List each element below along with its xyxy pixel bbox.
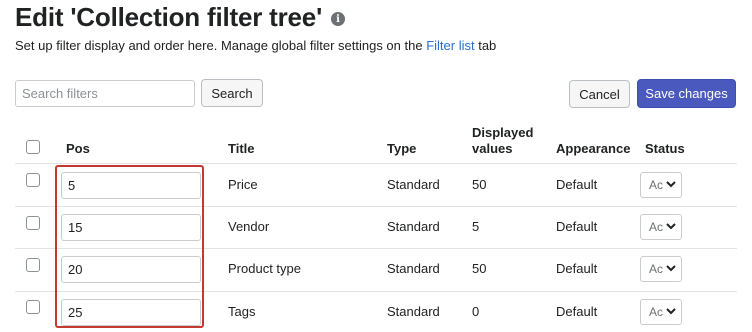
column-header-displayed-line2: values bbox=[472, 141, 513, 156]
row-displayed-values: 50 bbox=[472, 261, 487, 276]
column-header-displayed-line1: Displayed bbox=[472, 125, 534, 140]
search-filters-input[interactable] bbox=[15, 80, 195, 107]
cancel-button[interactable]: Cancel bbox=[569, 80, 630, 108]
column-header-displayed-values[interactable]: Displayed values bbox=[472, 125, 533, 157]
row-appearance: Default bbox=[556, 219, 598, 234]
chevron-down-icon bbox=[666, 181, 676, 188]
row-title: Tags bbox=[228, 304, 256, 319]
row-checkbox[interactable] bbox=[26, 258, 40, 272]
info-icon[interactable]: i bbox=[331, 12, 346, 26]
row-displayed-values: 0 bbox=[472, 304, 480, 319]
pos-input[interactable] bbox=[61, 299, 201, 326]
pos-input[interactable] bbox=[61, 256, 201, 283]
chevron-down-icon bbox=[666, 223, 676, 230]
row-checkbox[interactable] bbox=[26, 300, 40, 314]
row-checkbox[interactable] bbox=[26, 216, 40, 230]
status-value: Active bbox=[649, 305, 663, 319]
row-type: Standard bbox=[387, 219, 440, 234]
row-divider bbox=[15, 248, 737, 249]
subtitle-text: Set up filter display and order here. Ma… bbox=[15, 38, 427, 53]
page-title: Edit 'Collection filter tree' bbox=[15, 2, 323, 32]
row-appearance: Default bbox=[556, 177, 598, 192]
row-appearance: Default bbox=[556, 261, 598, 276]
status-select[interactable]: Active bbox=[640, 214, 682, 240]
select-all-checkbox[interactable] bbox=[26, 140, 40, 154]
pos-input[interactable] bbox=[61, 172, 201, 199]
save-changes-button[interactable]: Save changes bbox=[637, 79, 736, 108]
row-title: Price bbox=[228, 177, 258, 192]
row-divider bbox=[15, 291, 737, 292]
row-divider bbox=[15, 206, 737, 207]
row-appearance: Default bbox=[556, 304, 598, 319]
column-header-pos[interactable]: Pos bbox=[66, 141, 90, 157]
status-select[interactable]: Active bbox=[640, 256, 682, 282]
page-subtitle: Set up filter display and order here. Ma… bbox=[15, 38, 496, 53]
row-type: Standard bbox=[387, 261, 440, 276]
column-header-type[interactable]: Type bbox=[387, 141, 416, 157]
chevron-down-icon bbox=[666, 265, 676, 272]
status-select[interactable]: Active bbox=[640, 172, 682, 198]
status-value: Active bbox=[649, 262, 663, 276]
filter-list-link[interactable]: Filter list bbox=[426, 38, 474, 53]
pos-input[interactable] bbox=[61, 214, 201, 241]
status-value: Active bbox=[649, 178, 663, 192]
row-displayed-values: 50 bbox=[472, 177, 487, 192]
column-header-title[interactable]: Title bbox=[228, 141, 255, 157]
page-header: Edit 'Collection filter tree' i bbox=[15, 2, 346, 33]
subtitle-suffix: tab bbox=[474, 38, 497, 53]
row-title: Product type bbox=[228, 261, 301, 276]
row-type: Standard bbox=[387, 177, 440, 192]
status-value: Active bbox=[649, 220, 663, 234]
row-checkbox[interactable] bbox=[26, 173, 40, 187]
header-divider bbox=[15, 163, 737, 164]
row-title: Vendor bbox=[228, 219, 270, 234]
column-header-appearance[interactable]: Appearance bbox=[556, 141, 630, 157]
column-header-status[interactable]: Status bbox=[645, 141, 685, 157]
search-button[interactable]: Search bbox=[201, 79, 263, 107]
row-type: Standard bbox=[387, 304, 440, 319]
row-displayed-values: 5 bbox=[472, 219, 480, 234]
chevron-down-icon bbox=[666, 308, 676, 315]
status-select[interactable]: Active bbox=[640, 299, 682, 325]
